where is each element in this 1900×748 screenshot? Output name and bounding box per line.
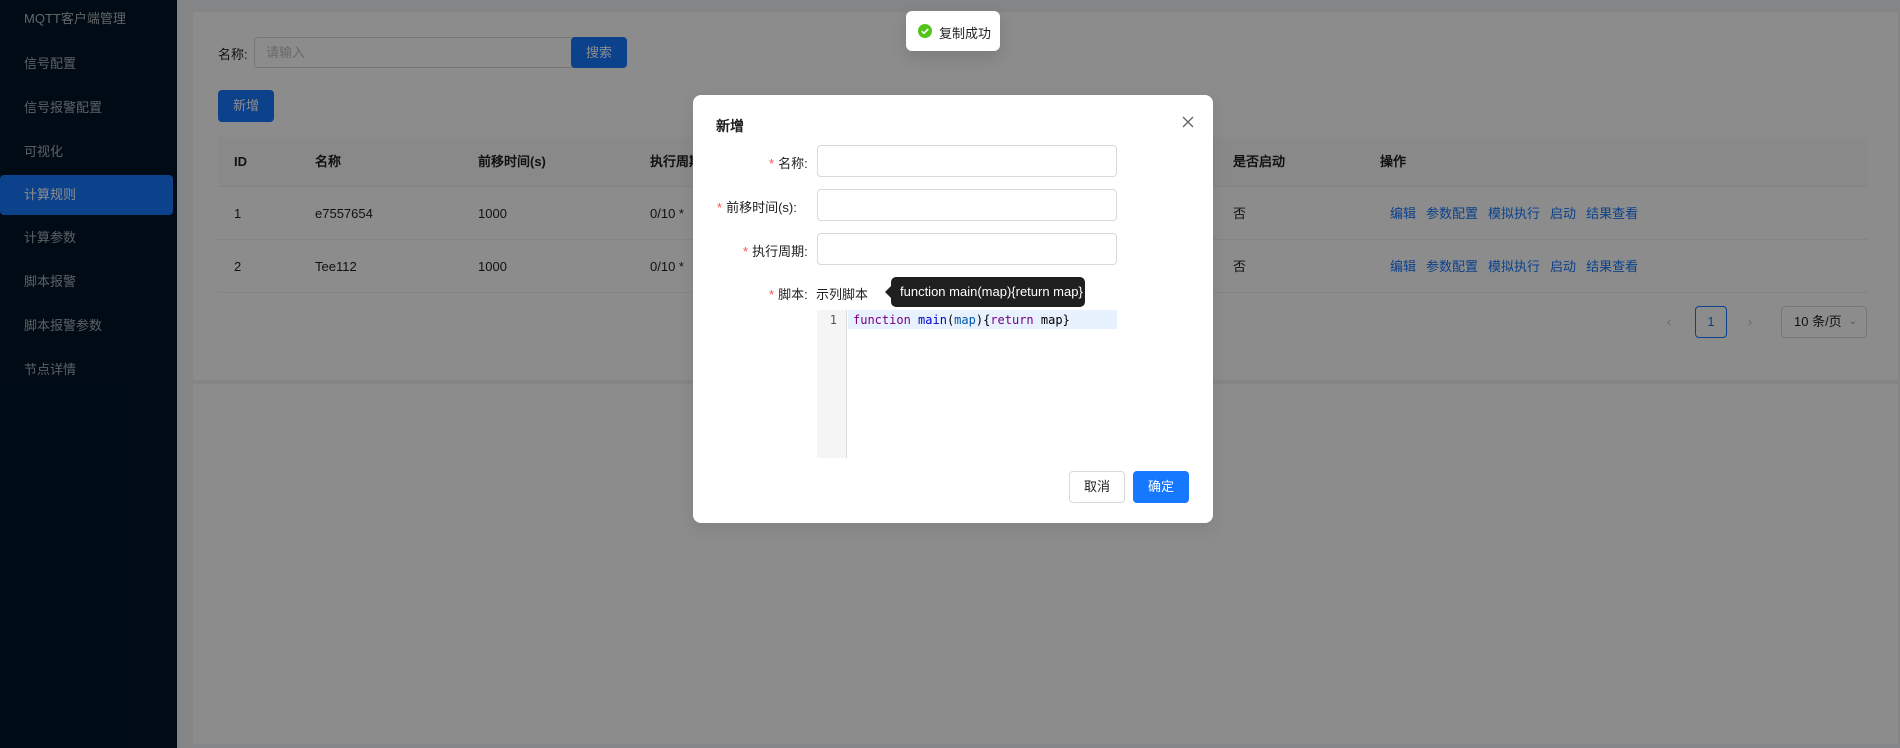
line-number: 1: [829, 313, 837, 327]
modal-title: 新增: [716, 118, 744, 134]
script-field-label: * 脚本:: [769, 287, 808, 302]
cancel-button[interactable]: 取消: [1069, 471, 1125, 503]
add-rule-modal: 新增 * 名称: * 前移时间(s): * 执行周期: * 脚本: 示列脚本 funct…: [693, 95, 1213, 523]
offset-field[interactable]: [817, 189, 1117, 221]
period-field-label: * 执行周期:: [743, 244, 808, 259]
required-mark: *: [717, 200, 723, 215]
toast-text: 复制成功: [939, 26, 992, 41]
sample-script-link[interactable]: 示列脚本: [816, 284, 868, 303]
name-field[interactable]: [817, 145, 1117, 177]
close-icon[interactable]: [1179, 113, 1197, 131]
name-field-label: * 名称:: [769, 156, 808, 171]
tooltip-arrow: [885, 286, 891, 298]
success-toast: 复制成功: [906, 11, 1000, 51]
sample-script-tooltip: function main(map){return map}: [885, 277, 1085, 307]
script-editor[interactable]: 1 function main(map){return map}: [817, 310, 1117, 458]
ok-button[interactable]: 确定: [1133, 471, 1189, 503]
period-field[interactable]: [817, 233, 1117, 265]
required-mark: *: [769, 287, 775, 302]
code-line: function main(map){return map}: [853, 313, 1070, 327]
tooltip-text: function main(map){return map}: [900, 284, 1083, 299]
required-mark: *: [743, 244, 749, 259]
editor-gutter: 1: [817, 310, 847, 458]
offset-field-label: * 前移时间(s):: [717, 200, 797, 215]
required-mark: *: [769, 156, 775, 171]
check-circle-icon: [918, 24, 932, 38]
